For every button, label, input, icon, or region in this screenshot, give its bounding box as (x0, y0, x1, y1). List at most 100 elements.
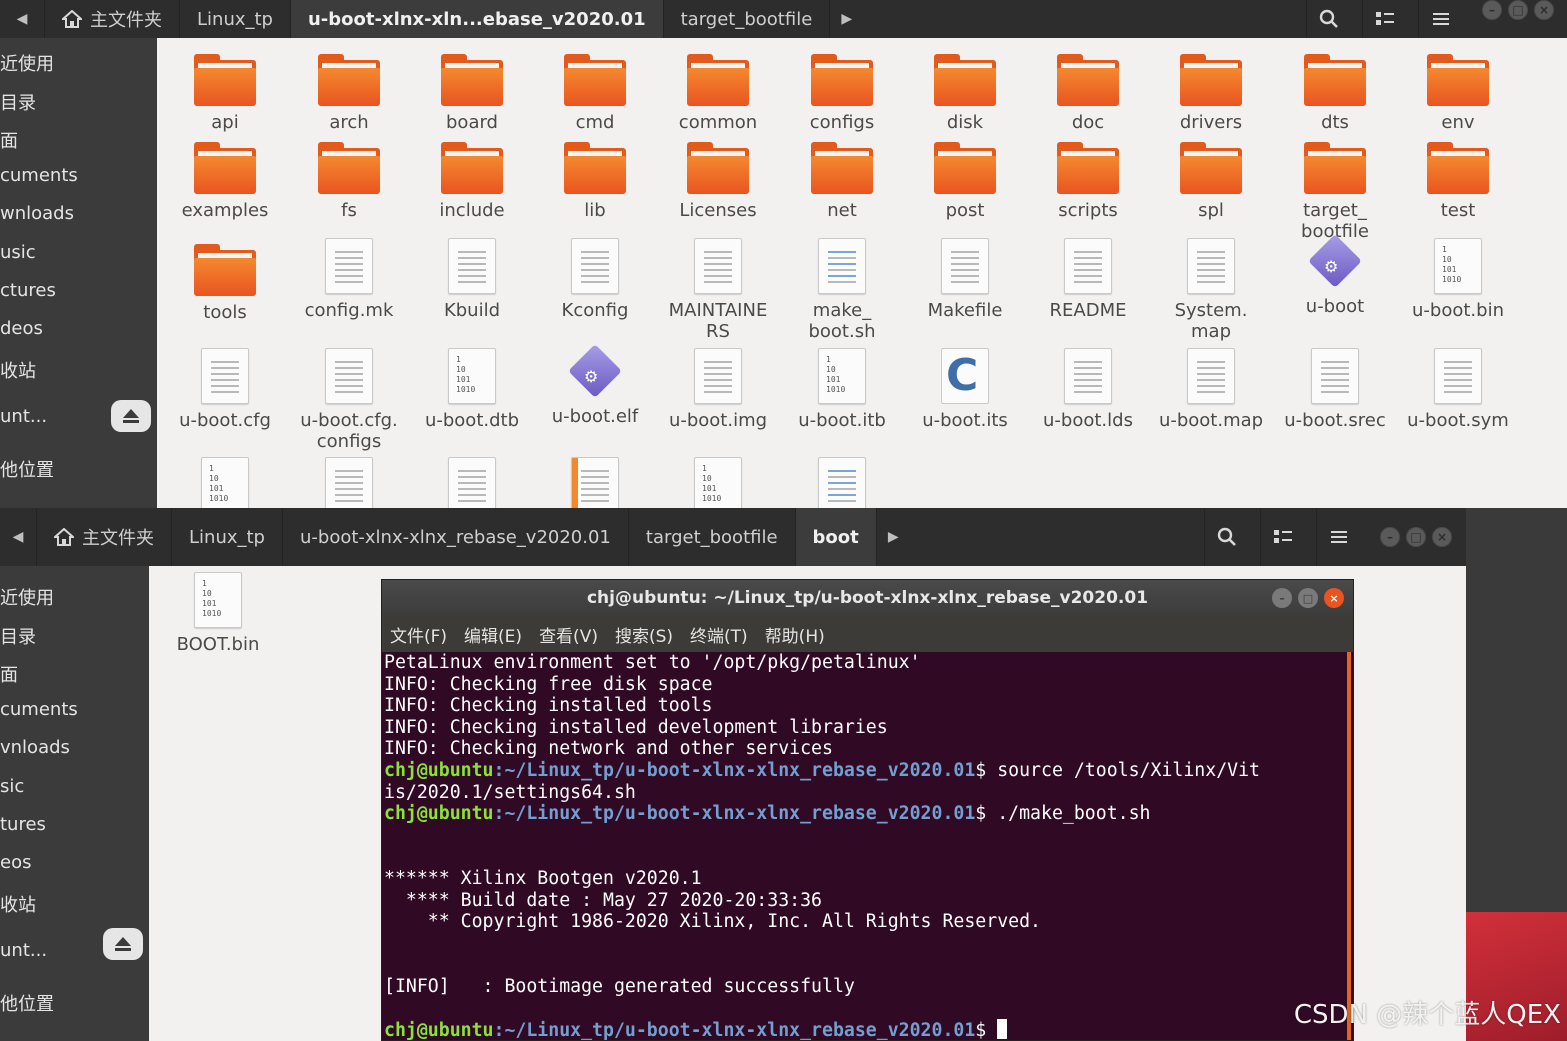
file-item[interactable]: Licenses (656, 142, 780, 221)
breadcrumb-3[interactable]: target_bootfile (627, 508, 795, 566)
sidebar-item[interactable]: unt... (0, 940, 47, 961)
minimize-button[interactable]: – (1380, 527, 1400, 547)
eject-icon[interactable] (103, 928, 143, 960)
file-item[interactable]: Cu-boot.its (903, 348, 1027, 431)
file-item[interactable]: dts (1273, 54, 1397, 133)
file-item[interactable]: spl (1149, 142, 1273, 221)
file-item[interactable]: u-boot.srec (1273, 348, 1397, 431)
file-item[interactable]: u-boot.img (656, 348, 780, 431)
file-item[interactable]: lib (533, 142, 657, 221)
file-item[interactable] (410, 457, 534, 508)
file-item[interactable]: MAINTAINE RS (656, 238, 780, 342)
file-item[interactable]: tools (163, 244, 287, 323)
file-item[interactable]: 1 10 101 1010 (656, 457, 780, 508)
sidebar-item[interactable]: 近使用 (0, 584, 54, 610)
file-item[interactable]: 1 10 101 1010 u-boot.bin (1396, 238, 1520, 321)
file-item[interactable]: System. map (1149, 238, 1273, 342)
file-item[interactable]: 1 10 101 1010 u-boot.dtb (410, 348, 534, 431)
file-item[interactable]: Kbuild (410, 238, 534, 321)
close-button[interactable]: × (1432, 527, 1452, 547)
search-button[interactable] (1306, 0, 1350, 38)
file-item[interactable]: u-boot.lds (1026, 348, 1150, 431)
close-button[interactable]: × (1534, 0, 1554, 20)
maximize-button[interactable]: □ (1298, 588, 1318, 608)
menu-button[interactable] (1316, 508, 1360, 566)
file-item[interactable]: doc (1026, 54, 1150, 133)
terminal-menu-item[interactable]: 帮助(H) (765, 622, 825, 647)
sidebar-item[interactable]: cuments (0, 165, 78, 186)
search-button[interactable] (1204, 508, 1248, 566)
file-item[interactable]: 1 10 101 1010 (163, 457, 287, 508)
sidebar-item[interactable]: deos (0, 318, 43, 339)
eject-icon[interactable] (111, 400, 151, 432)
terminal-menu-item[interactable]: 搜索(S) (615, 622, 673, 647)
sidebar-item[interactable]: usic (0, 242, 36, 263)
breadcrumb-0[interactable]: 主文件夹 (36, 508, 171, 566)
terminal-menu-item[interactable]: 终端(T) (690, 622, 748, 647)
file-item[interactable]: u-boot.map (1149, 348, 1273, 431)
sidebar-item[interactable]: tures (0, 814, 46, 835)
breadcrumb-1[interactable]: Linux_tp (171, 508, 282, 566)
breadcrumb-2[interactable]: u-boot-xlnx-xln...ebase_v2020.01 (289, 0, 663, 38)
file-item[interactable]: fs (287, 142, 411, 221)
sidebar-item[interactable]: sic (0, 776, 24, 797)
file-item[interactable]: cmd (533, 54, 657, 133)
file-item[interactable]: arch (287, 54, 411, 133)
file-item[interactable]: Kconfig (533, 238, 657, 321)
sidebar-item[interactable]: eos (0, 852, 31, 873)
sidebar-item[interactable]: 面 (0, 127, 18, 153)
terminal-output[interactable]: PetaLinux environment set to '/opt/pkg/p… (384, 652, 1345, 1040)
breadcrumb-3[interactable]: target_bootfile (662, 0, 830, 38)
terminal-scrollbar[interactable] (1347, 652, 1351, 1040)
file-item[interactable]: 1 10 101 1010 u-boot.itb (780, 348, 904, 431)
minimize-button[interactable]: – (1482, 0, 1502, 20)
file-item[interactable]: post (903, 142, 1027, 221)
terminal-menu-item[interactable]: 查看(V) (539, 622, 598, 647)
sidebar-item[interactable]: 近使用 (0, 50, 54, 76)
file-item[interactable]: ⚙ u-boot (1273, 234, 1397, 317)
sidebar-item[interactable]: ctures (0, 280, 56, 301)
file-item[interactable]: drivers (1149, 54, 1273, 133)
file-item[interactable]: include (410, 142, 534, 221)
minimize-button[interactable]: – (1272, 588, 1292, 608)
file-item[interactable] (287, 457, 411, 508)
breadcrumb-0[interactable]: 主文件夹 (44, 0, 179, 38)
sidebar-item[interactable]: 收站 (0, 891, 36, 917)
file-item[interactable]: configs (780, 54, 904, 133)
sidebar-item[interactable]: 面 (0, 661, 18, 687)
maximize-button[interactable]: □ (1406, 527, 1426, 547)
back-arrow-icon[interactable]: ◀ (0, 0, 44, 38)
file-item[interactable]: ⚙ u-boot.elf (533, 344, 657, 427)
file-item[interactable]: make_ boot.sh (780, 238, 904, 342)
file-item[interactable] (780, 457, 904, 508)
file-item[interactable]: examples (163, 142, 287, 221)
sidebar-item[interactable]: 他位置 (0, 456, 54, 482)
file-item[interactable] (533, 457, 657, 508)
file-item[interactable]: scripts (1026, 142, 1150, 221)
file-item[interactable]: config.mk (287, 238, 411, 321)
file-item[interactable]: board (410, 54, 534, 133)
maximize-button[interactable]: □ (1508, 0, 1528, 20)
file-item[interactable]: test (1396, 142, 1520, 221)
sidebar-item[interactable]: 他位置 (0, 990, 54, 1016)
terminal-menu-item[interactable]: 文件(F) (390, 622, 447, 647)
file-item[interactable]: README (1026, 238, 1150, 321)
sidebar-item[interactable]: 收站 (0, 357, 36, 383)
terminal-menu-item[interactable]: 编辑(E) (464, 622, 522, 647)
file-item[interactable]: Makefile (903, 238, 1027, 321)
file-item[interactable]: disk (903, 54, 1027, 133)
terminal-window[interactable]: chj@ubuntu: ~/Linux_tp/u-boot-xlnx-xlnx_… (381, 579, 1354, 1041)
file-item[interactable]: u-boot.sym (1396, 348, 1520, 431)
menu-button[interactable] (1418, 0, 1462, 38)
file-item[interactable]: env (1396, 54, 1520, 133)
file-item[interactable]: common (656, 54, 780, 133)
sidebar-item[interactable]: cuments (0, 699, 78, 720)
file-item[interactable]: api (163, 54, 287, 133)
sidebar-item[interactable]: 目录 (0, 623, 36, 649)
sidebar-item[interactable]: unt... (0, 406, 47, 427)
breadcrumb-1[interactable]: Linux_tp (179, 0, 290, 38)
breadcrumb-4[interactable]: boot (794, 508, 876, 566)
forward-arrow-icon[interactable]: ▶ (829, 0, 863, 38)
sidebar-item[interactable]: wnloads (0, 203, 74, 224)
view-toggle-button[interactable] (1260, 508, 1304, 566)
